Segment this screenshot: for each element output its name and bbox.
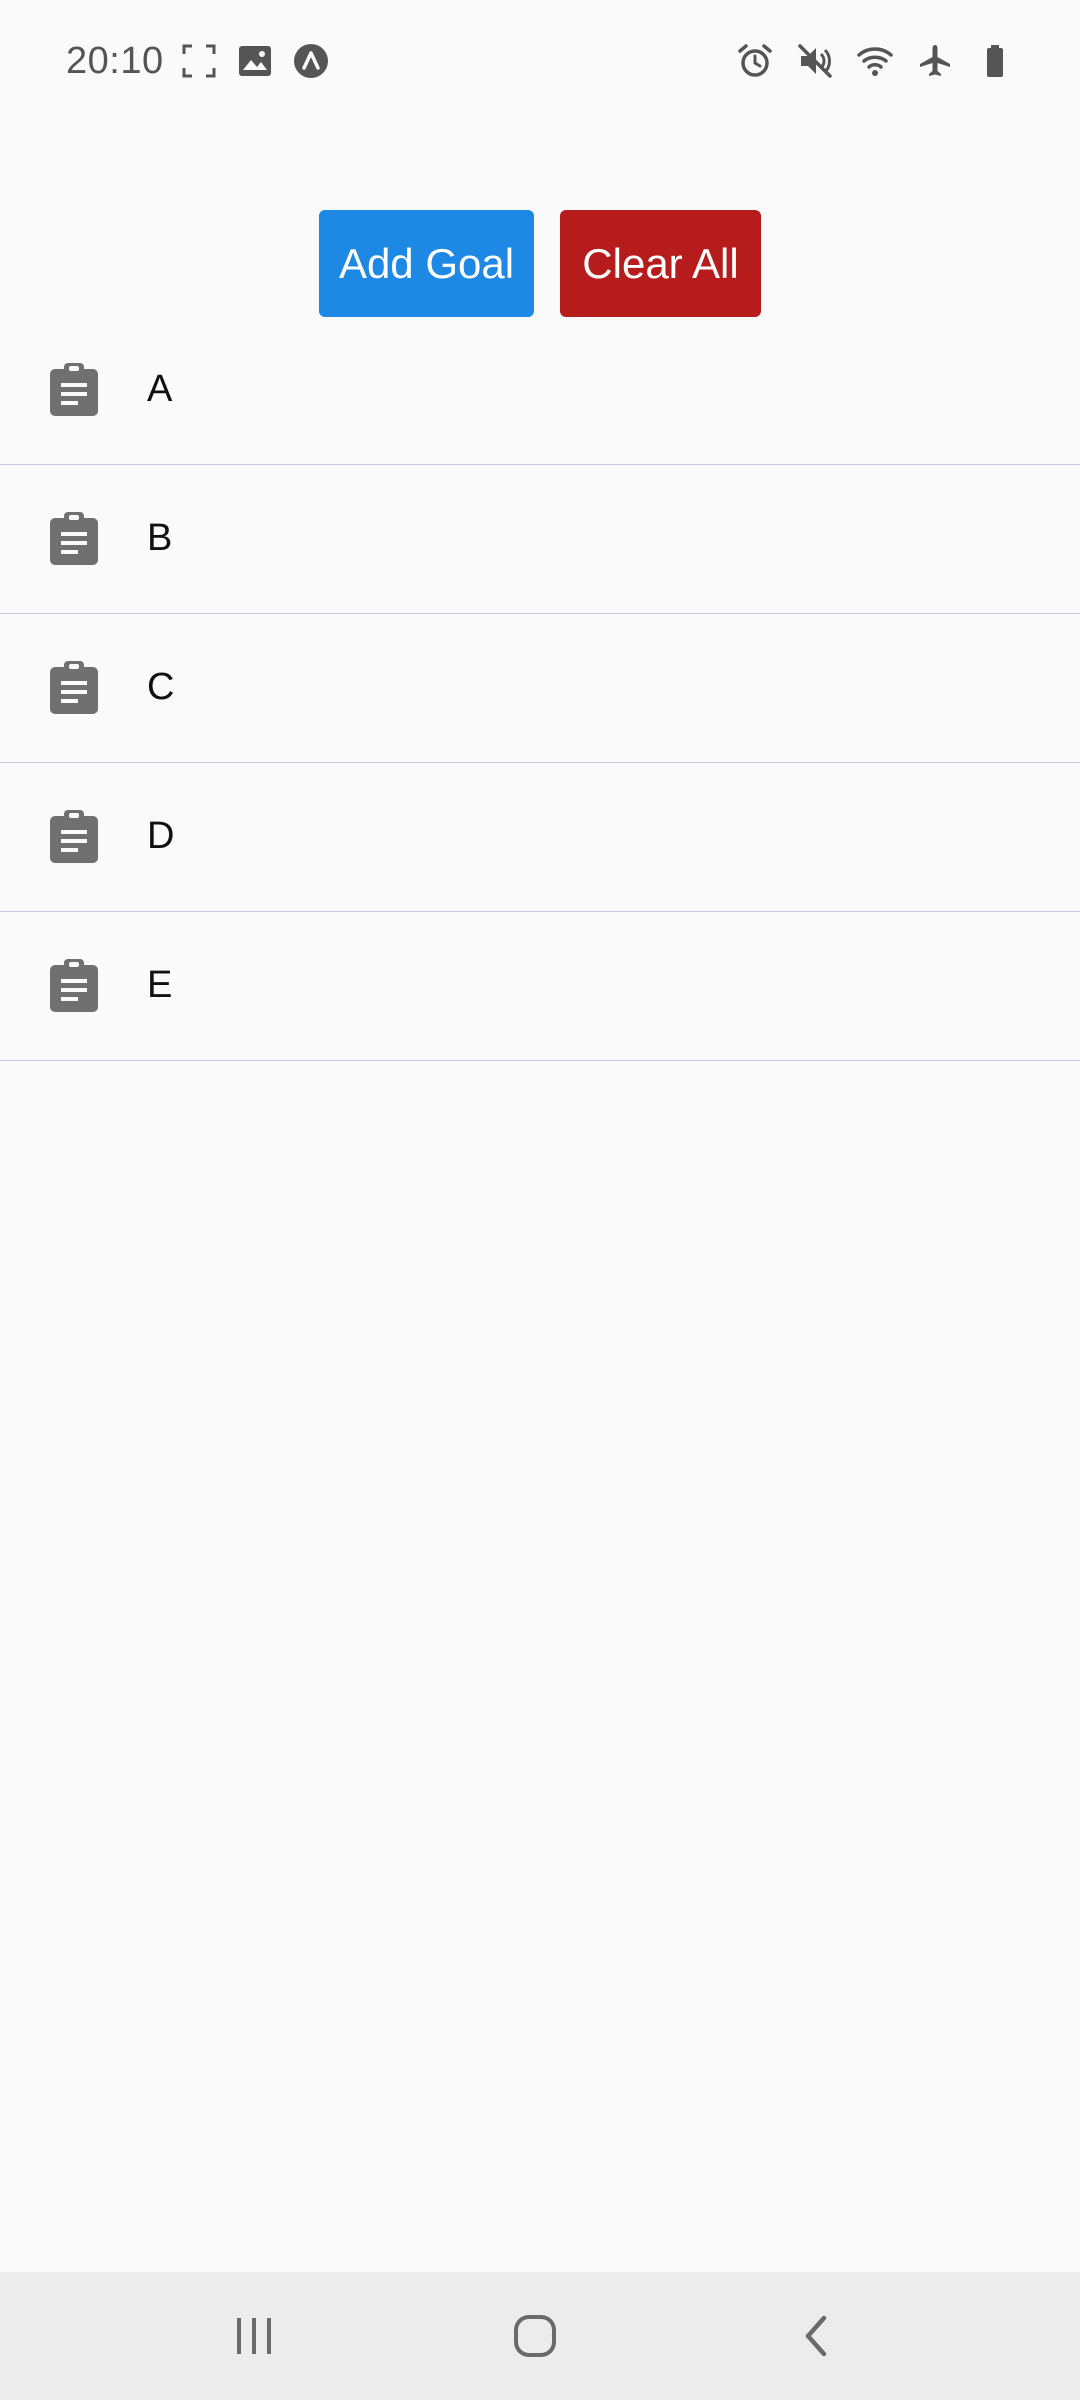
alarm-icon [738, 44, 772, 77]
goal-item-b[interactable]: B [0, 465, 1080, 614]
goal-label: A [147, 368, 173, 410]
add-goal-button[interactable]: Add Goal [319, 210, 534, 317]
home-button[interactable] [495, 2302, 575, 2370]
navigation-bar [0, 2272, 1080, 2400]
goal-item-c[interactable]: C [0, 614, 1080, 763]
clear-all-button[interactable]: Clear All [560, 210, 761, 317]
battery-icon [987, 45, 1003, 77]
toolbar: Add Goal Clear All [0, 210, 1080, 317]
home-icon [514, 2315, 556, 2357]
airplane-icon [920, 45, 950, 76]
clipboard-icon [50, 512, 98, 565]
goal-label: D [147, 815, 175, 857]
gallery-icon [239, 46, 271, 76]
goal-item-d[interactable]: D [0, 763, 1080, 912]
goal-label: C [147, 666, 175, 708]
clipboard-icon [50, 363, 98, 416]
back-icon [805, 2315, 827, 2357]
recents-icon [237, 2318, 271, 2354]
clipboard-icon [50, 959, 98, 1012]
screenshot-frame-icon [182, 44, 216, 78]
status-time: 20:10 [66, 40, 164, 82]
recents-button[interactable] [214, 2302, 294, 2370]
status-left-icons [180, 42, 330, 80]
mute-icon [798, 44, 832, 78]
app-logo-icon [294, 44, 328, 78]
goal-item-a[interactable]: A [0, 316, 1080, 465]
wifi-icon [857, 47, 893, 76]
status-right-icons [736, 42, 1014, 80]
clipboard-icon [50, 810, 98, 863]
back-button[interactable] [776, 2302, 856, 2370]
goal-item-e[interactable]: E [0, 912, 1080, 1061]
goal-label: E [147, 964, 173, 1006]
goal-list: A B C D E [0, 316, 1080, 1061]
status-bar: 20:10 [0, 0, 1080, 126]
goal-label: B [147, 517, 173, 559]
clipboard-icon [50, 661, 98, 714]
